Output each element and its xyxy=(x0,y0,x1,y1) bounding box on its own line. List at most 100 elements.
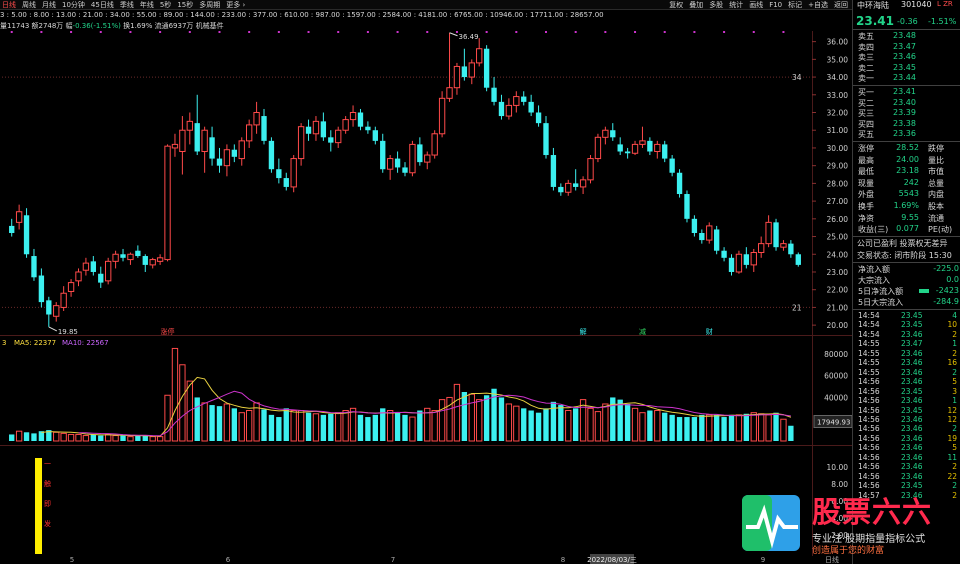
tick-time: 14:56 xyxy=(858,377,880,387)
volume-bar xyxy=(149,436,156,442)
date-cursor-label: 2022/08/03/三 xyxy=(587,556,637,564)
volume-bar xyxy=(639,412,646,442)
volume-bar xyxy=(684,417,690,441)
candle-body xyxy=(98,273,104,283)
bid-price: 23.40 xyxy=(893,97,916,107)
stat-key-2: 内盘 xyxy=(928,190,944,200)
divider xyxy=(853,236,960,237)
stat-row: 现量 242 总量 xyxy=(853,178,960,188)
candle-body xyxy=(699,233,705,241)
candle-body xyxy=(276,169,282,179)
volume-bar xyxy=(15,430,23,442)
candle-body xyxy=(209,137,215,159)
candle-body xyxy=(238,140,245,160)
volume-bar xyxy=(135,435,141,441)
volume-bar xyxy=(631,407,639,442)
candle-body xyxy=(446,87,453,99)
candle-body xyxy=(521,96,527,102)
tick-price: 23.46 xyxy=(901,329,923,339)
bid-row[interactable]: 买一 23.41 xyxy=(853,87,960,97)
candle-body xyxy=(610,130,616,138)
candle-body xyxy=(505,104,513,117)
candle-body xyxy=(728,257,735,272)
ask-row[interactable]: 卖三 23.46 xyxy=(853,52,960,62)
ask-row[interactable]: 卖一 23.44 xyxy=(853,73,960,83)
tick-volume: 4 xyxy=(952,311,957,320)
tick-row: 14:54 23.45 4 xyxy=(853,311,960,320)
price-axis-label: 28.00 xyxy=(827,179,849,188)
candle-body xyxy=(305,126,312,134)
flow-value: 0.0 xyxy=(946,275,959,284)
stock-name: 中环海陆 xyxy=(857,1,889,10)
candle-body xyxy=(431,133,438,156)
kline-chart[interactable]: 34 21 36.00 35.00 34.00 33.00 32.00 31.00 30.00 2… xyxy=(0,0,852,564)
stat-row: 收益(三) 0.077 PE(动) xyxy=(853,224,960,234)
stat-row: 最高 24.00 量比 xyxy=(853,155,960,165)
tick-volume: 2 xyxy=(952,462,957,472)
event-marker: 涨停 xyxy=(161,327,175,336)
ref-label-upper: 34 xyxy=(792,73,802,82)
volume-bar xyxy=(127,436,134,442)
price-axis-label: 21.00 xyxy=(827,303,849,312)
volume-bar xyxy=(23,432,30,441)
indicator-axis-label: 8.00 xyxy=(831,480,848,489)
price-axis-label: 34.00 xyxy=(827,73,849,82)
stock-tag: L ZR xyxy=(937,0,953,8)
volume-bar xyxy=(372,414,378,441)
volume-bar xyxy=(112,435,119,442)
volume-bar xyxy=(721,417,727,441)
volume-bar xyxy=(245,410,253,442)
stat-value: 23.18 xyxy=(896,166,919,176)
volume-bar xyxy=(283,408,289,441)
candle-body xyxy=(639,140,646,145)
bid-row[interactable]: 买二 23.40 xyxy=(853,98,960,108)
candle-body xyxy=(268,140,275,170)
candle-body xyxy=(394,158,401,168)
candle-body xyxy=(164,145,171,261)
tick-volume: 12 xyxy=(947,405,957,415)
quote-panel: 中环海陆 301040 L ZR 23.41 -0.36 -1.51% 卖五 23.48 卖四 2… xyxy=(852,0,960,564)
low-label: 19.85 xyxy=(58,328,78,336)
candle-body xyxy=(528,101,534,113)
volume-bar xyxy=(647,410,653,441)
price-axis-label: 33.00 xyxy=(827,91,849,100)
volume-bar xyxy=(53,431,60,442)
volume-bar xyxy=(201,402,208,442)
divider xyxy=(853,141,960,142)
tick-time: 14:56 xyxy=(858,443,880,453)
volume-bar xyxy=(713,414,720,441)
ask-row[interactable]: 卖二 23.45 xyxy=(853,63,960,73)
stat-row: 外盘 5543 内盘 xyxy=(853,189,960,199)
volume-bar xyxy=(290,410,297,442)
candle-body xyxy=(253,112,260,126)
candle-body xyxy=(691,218,698,233)
volume-bar xyxy=(120,435,126,441)
tick-volume: 2 xyxy=(952,490,957,500)
candle-body xyxy=(9,225,15,233)
tick-price: 23.45 xyxy=(901,386,923,396)
tick-price: 23.46 xyxy=(901,452,923,462)
volume-bar xyxy=(238,412,245,442)
ask-row[interactable]: 卖四 23.47 xyxy=(853,42,960,52)
bid-row[interactable]: 买三 23.39 xyxy=(853,108,960,118)
ask-row[interactable]: 卖五 23.48 xyxy=(853,31,960,41)
volume-bar xyxy=(164,394,171,442)
price-axis-label: 36.00 xyxy=(827,38,849,47)
flow-key: 5日大宗流入 xyxy=(858,298,904,307)
tick-price: 23.46 xyxy=(901,414,923,424)
signal-dot xyxy=(782,31,785,33)
bid-row[interactable]: 买五 23.36 xyxy=(853,129,960,139)
price-axis-label: 30.00 xyxy=(827,144,849,153)
ask-price: 23.45 xyxy=(893,62,916,72)
price-axis-label: 24.00 xyxy=(827,250,849,259)
signal-dot xyxy=(723,31,726,33)
candle-body xyxy=(721,250,727,258)
candle-body xyxy=(735,253,743,273)
bid-row[interactable]: 买四 23.38 xyxy=(853,119,960,129)
candle-body xyxy=(179,129,186,152)
stat-key: 换手 xyxy=(858,202,874,211)
price-axis-label: 25.00 xyxy=(827,233,849,242)
bid-label: 买一 xyxy=(858,88,874,97)
volume-bar xyxy=(558,405,564,441)
tick-row: 14:54 23.46 2 xyxy=(853,330,960,339)
